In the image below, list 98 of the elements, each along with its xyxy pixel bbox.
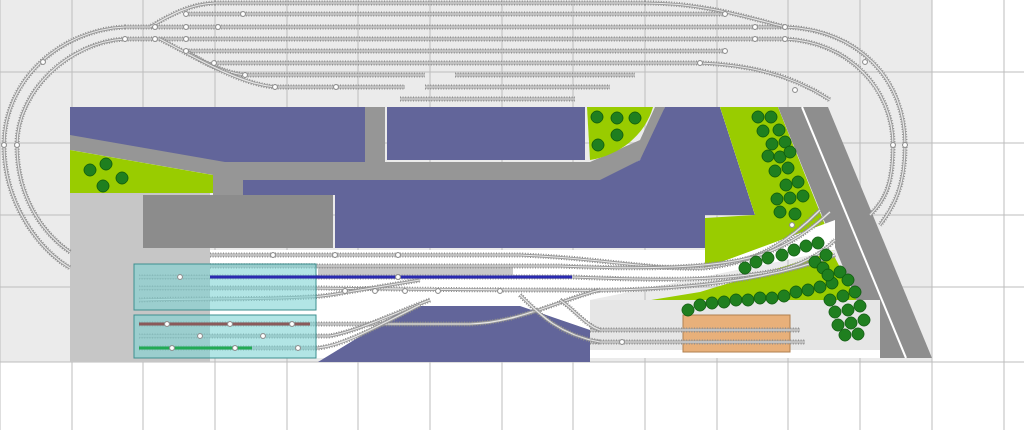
track-joint [14,142,20,148]
track-joint [792,87,798,93]
track-joint [333,84,339,90]
tree [836,289,850,303]
track-joint [242,72,248,78]
tree [777,289,791,303]
track-joint [260,333,266,339]
track-joint [497,288,503,294]
track-joint [183,11,189,17]
tree [801,283,815,297]
tree [773,205,787,219]
tree [761,149,775,163]
track-joint [289,321,295,327]
track-joint [270,252,276,258]
tree [591,138,605,152]
tree [813,280,827,294]
tree [99,157,113,171]
tree [841,303,855,317]
tree [791,175,805,189]
tree [772,123,786,137]
track-joint [197,333,203,339]
tree [823,293,837,307]
tree [799,239,813,253]
track-joint [789,222,795,228]
track-joint [122,36,128,42]
track-joint [232,345,238,351]
tree [838,328,852,342]
tree [821,268,835,282]
tree [753,291,767,305]
tree [729,293,743,307]
tree [796,189,810,203]
track-joint [342,288,348,294]
track-joint [395,252,401,258]
tree [749,255,763,269]
tree [775,248,789,262]
track-joint [177,274,183,280]
track-joint [722,11,728,17]
tree [778,135,792,149]
tree [844,316,858,330]
tree [693,298,707,312]
tree [853,299,867,313]
tree [841,273,855,287]
track-joint [240,11,246,17]
tree [831,318,845,332]
tree [783,145,797,159]
tree [788,207,802,221]
tree [851,327,865,341]
tree [848,285,862,299]
tree [590,110,604,124]
track-joint [215,24,221,30]
tree [819,248,833,262]
tree [828,305,842,319]
tree [789,285,803,299]
tree [96,179,110,193]
tree [751,110,765,124]
track-joint [40,59,46,65]
tree [717,295,731,309]
track-joint [332,252,338,258]
tree [779,178,793,192]
tree [787,243,801,257]
tree [705,296,719,310]
tree [833,265,847,279]
track-joint [372,288,378,294]
track-joint [164,321,170,327]
tree [783,191,797,205]
tree [761,251,775,265]
track-joint [697,60,703,66]
track-joint [402,288,408,294]
tree [738,261,752,275]
tree [857,313,871,327]
track-joint [227,321,233,327]
track-joint [619,339,625,345]
track-joint [862,59,868,65]
tree [115,171,129,185]
track-joint [1,142,7,148]
tree [756,124,770,138]
tree [765,137,779,151]
tree [681,303,695,317]
tree [764,110,778,124]
track-joint [169,345,175,351]
track-joint [211,60,217,66]
tree [610,128,624,142]
track-joint [295,345,301,351]
tree [83,163,97,177]
tree [781,161,795,175]
tree [773,150,787,164]
tree [811,236,825,250]
tree [610,111,624,125]
tree [765,291,779,305]
tree [808,255,822,269]
tree [741,293,755,307]
track-joint [395,274,401,280]
track-joint [435,288,441,294]
track-joint [272,84,278,90]
tree [768,164,782,178]
tree [770,192,784,206]
tree [628,111,642,125]
track-joint [722,48,728,54]
